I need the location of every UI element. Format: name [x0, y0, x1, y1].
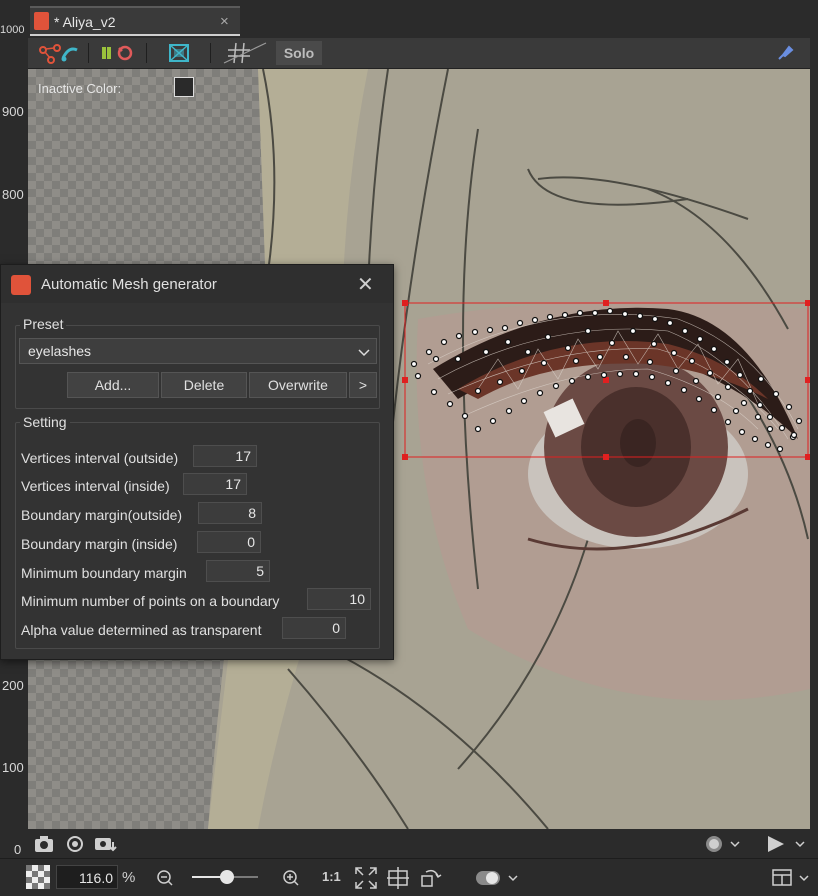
min-points-boundary-field[interactable]: 10	[307, 588, 371, 610]
center-view-icon[interactable]	[386, 866, 410, 890]
ruler-label: 0	[14, 842, 22, 857]
mesh-tool-icon	[39, 44, 78, 64]
preset-dropdown[interactable]: eyelashes	[19, 338, 377, 364]
preset-overwrite-button[interactable]: Overwrite	[249, 372, 347, 398]
boundary-margin-inside-label: Boundary margin (inside)	[21, 536, 178, 552]
zoom-unit: %	[122, 869, 136, 886]
document-tab[interactable]: * Aliya_v2 ×	[30, 6, 240, 34]
fit-to-window-icon[interactable]	[354, 866, 378, 890]
rotate-view-icon[interactable]	[418, 866, 444, 890]
document-tab-title: * Aliya_v2	[54, 14, 116, 30]
cubism-logo-icon	[11, 275, 31, 295]
dialog-close-icon[interactable]: ✕	[357, 272, 374, 297]
preset-more-button[interactable]: >	[349, 372, 377, 398]
boundary-margin-outside-label: Boundary margin(outside)	[21, 507, 183, 523]
chevron-down-icon	[358, 349, 370, 357]
grid-toggle-button[interactable]	[220, 41, 270, 65]
vertices-interval-inside-field[interactable]: 17	[183, 473, 247, 495]
minimum-boundary-margin-field[interactable]: 5	[206, 560, 270, 582]
alpha-transparent-field[interactable]: 0	[282, 617, 346, 639]
boundary-margin-outside-field[interactable]: 8	[198, 502, 262, 524]
inactive-color-label: Inactive Color:	[38, 81, 122, 96]
display-mode-toggle-icon[interactable]	[474, 868, 520, 888]
preset-add-button[interactable]: Add...	[67, 372, 159, 398]
camera-reset-icon[interactable]	[64, 834, 86, 854]
tab-close-icon[interactable]: ×	[220, 13, 229, 30]
active-tab-indicator	[30, 34, 240, 36]
mesh-edit-toolbar: Solo	[28, 38, 810, 69]
grid-icon	[223, 42, 267, 64]
preset-delete-button[interactable]: Delete	[161, 372, 247, 398]
ruler-label: 1000	[0, 24, 25, 36]
vertices-interval-outside-label: Vertices interval (outside)	[21, 450, 179, 466]
transparency-checker-icon[interactable]	[26, 865, 50, 889]
setting-group-label: Setting	[20, 414, 70, 430]
view-status-bar: 116.0 % 1:1	[0, 858, 818, 896]
dialog-title-bar[interactable]: Automatic Mesh generator ✕	[1, 265, 393, 303]
auto-mesh-button[interactable]	[96, 41, 140, 65]
canvas-bottom-controls	[28, 829, 810, 858]
zoom-in-icon[interactable]	[282, 869, 300, 887]
dialog-title: Automatic Mesh generator	[41, 276, 217, 293]
camera-export-icon[interactable]	[94, 834, 118, 854]
vertices-interval-outside-field[interactable]: 17	[193, 445, 257, 467]
canvas-right-edge	[810, 38, 818, 858]
play-dropdown-icon[interactable]	[764, 833, 808, 855]
preset-selected-value: eyelashes	[28, 343, 92, 359]
boundary-margin-inside-field[interactable]: 0	[197, 531, 261, 553]
zoom-slider-thumb[interactable]	[220, 870, 234, 884]
mesh-display-button[interactable]	[162, 41, 196, 65]
ruler-label: 200	[2, 678, 24, 693]
zoom-input[interactable]: 116.0	[56, 865, 118, 889]
zoom-out-icon[interactable]	[156, 869, 174, 887]
layout-menu-icon[interactable]	[772, 868, 816, 888]
mesh-display-icon	[169, 44, 189, 62]
pen-pin-icon	[778, 45, 794, 60]
alpha-transparent-label: Alpha value determined as transparent	[21, 622, 262, 638]
inactive-color-swatch[interactable]	[174, 77, 194, 97]
vertices-interval-inside-label: Vertices interval (inside)	[21, 478, 170, 494]
min-points-boundary-label: Minimum number of points on a boundary	[21, 593, 280, 609]
mesh-connect-tool-button[interactable]	[34, 41, 84, 65]
preset-group-label: Preset	[20, 316, 67, 332]
auto-mesh-icon	[102, 45, 133, 61]
ruler-label: 100	[2, 760, 24, 775]
cubism-file-icon	[34, 12, 49, 30]
ruler-label: 900	[2, 104, 24, 119]
minimum-boundary-margin-label: Minimum boundary margin	[21, 565, 187, 581]
record-dropdown-icon[interactable]	[704, 834, 740, 854]
auto-mesh-dialog: Automatic Mesh generator ✕ Preset eyelas…	[0, 264, 394, 660]
solo-button[interactable]: Solo	[276, 41, 322, 65]
actual-size-button[interactable]: 1:1	[322, 869, 341, 884]
pin-button[interactable]	[774, 41, 796, 65]
ruler-label: 800	[2, 187, 24, 202]
camera-icon[interactable]	[34, 835, 54, 853]
